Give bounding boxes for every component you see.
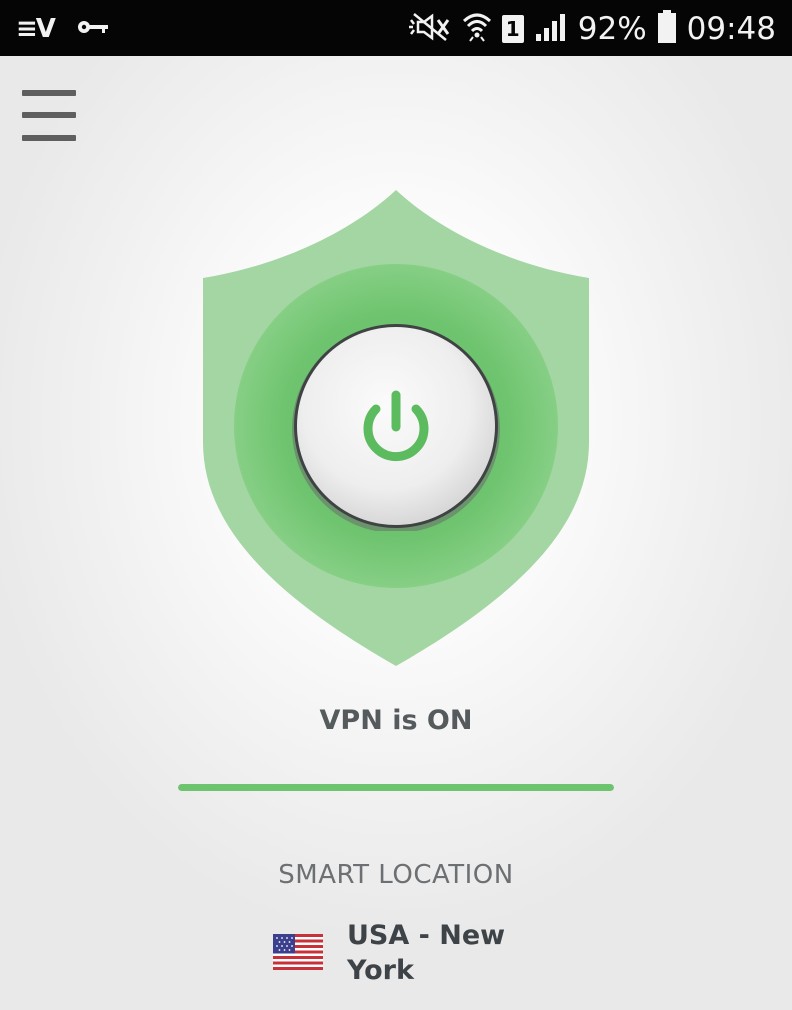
location-heading: SMART LOCATION xyxy=(278,860,514,890)
status-bar-right: 1 92% 09:48 xyxy=(398,10,776,48)
menu-bar-line xyxy=(22,90,76,96)
battery-percentage: 92% xyxy=(577,11,647,47)
sim-icon: 1 xyxy=(501,15,524,43)
signal-icon xyxy=(534,12,568,46)
vpn-app-screen: ≡V 1 92% 09:48 VPN is ON SMART LOCATION … xyxy=(0,0,792,1010)
us-flag-icon xyxy=(273,934,323,970)
connection-progress-bar xyxy=(178,784,614,791)
connection-progress-fill xyxy=(178,784,614,791)
menu-bar-line xyxy=(22,135,76,141)
battery-icon xyxy=(657,10,677,48)
hamburger-menu-icon[interactable] xyxy=(22,90,78,146)
wifi-icon xyxy=(462,11,492,47)
silent-mode-icon xyxy=(408,12,452,46)
clock: 09:48 xyxy=(686,11,776,47)
power-button[interactable] xyxy=(291,321,501,533)
location-selector[interactable]: USA - New York xyxy=(273,918,517,988)
status-bar: ≡V 1 92% 09:48 xyxy=(0,0,792,56)
status-bar-left: ≡V xyxy=(16,12,110,46)
menu-bar-line xyxy=(22,112,76,118)
vpn-status-text: VPN is ON xyxy=(319,705,473,736)
vpn-logo-icon: ≡V xyxy=(16,14,56,44)
location-name: USA - New York xyxy=(347,920,506,986)
key-icon xyxy=(76,17,110,41)
